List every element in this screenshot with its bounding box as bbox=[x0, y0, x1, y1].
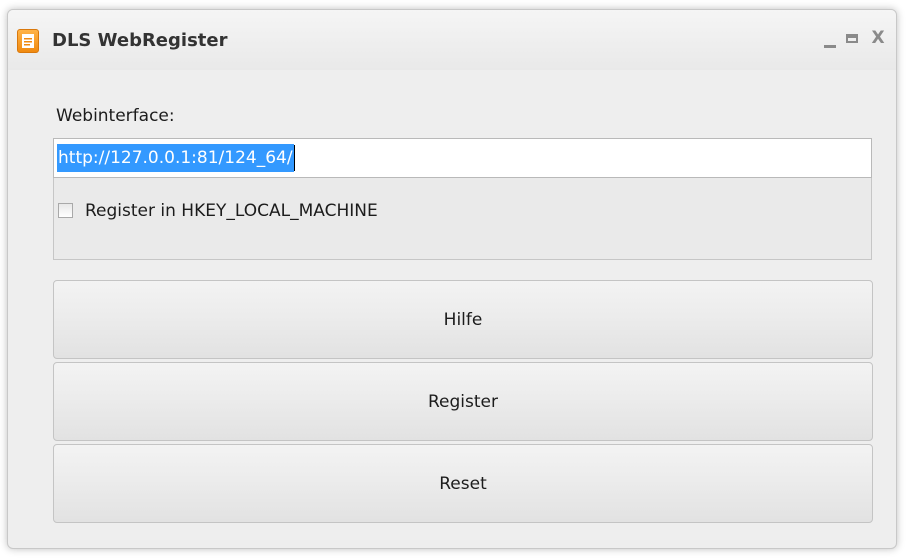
maximize-button[interactable] bbox=[841, 26, 865, 50]
app-icon bbox=[17, 29, 39, 53]
text-caret bbox=[294, 145, 295, 171]
reset-button-label: Reset bbox=[439, 473, 487, 494]
close-icon: X bbox=[871, 28, 885, 48]
close-button[interactable]: X bbox=[866, 26, 890, 50]
webinterface-value[interactable]: http://127.0.0.1:81/124_64/ bbox=[57, 144, 294, 172]
reset-button[interactable]: Reset bbox=[53, 444, 873, 523]
app-window: DLS WebRegister X Webinterface: http://1… bbox=[7, 9, 897, 549]
minimize-button[interactable] bbox=[818, 26, 842, 50]
window-title: DLS WebRegister bbox=[52, 30, 228, 51]
title-bar[interactable]: DLS WebRegister X bbox=[8, 10, 896, 70]
minimize-icon bbox=[824, 45, 836, 48]
webinterface-label: Webinterface: bbox=[56, 106, 175, 126]
register-hklm-label[interactable]: Register in HKEY_LOCAL_MACHINE bbox=[85, 201, 378, 221]
register-hklm-checkbox[interactable] bbox=[58, 203, 73, 218]
register-button-label: Register bbox=[428, 391, 498, 412]
maximize-icon bbox=[846, 34, 858, 43]
webinterface-input[interactable]: http://127.0.0.1:81/124_64/ bbox=[53, 138, 872, 178]
hilfe-button-label: Hilfe bbox=[443, 309, 483, 330]
register-button[interactable]: Register bbox=[53, 362, 873, 441]
hilfe-button[interactable]: Hilfe bbox=[53, 280, 873, 359]
